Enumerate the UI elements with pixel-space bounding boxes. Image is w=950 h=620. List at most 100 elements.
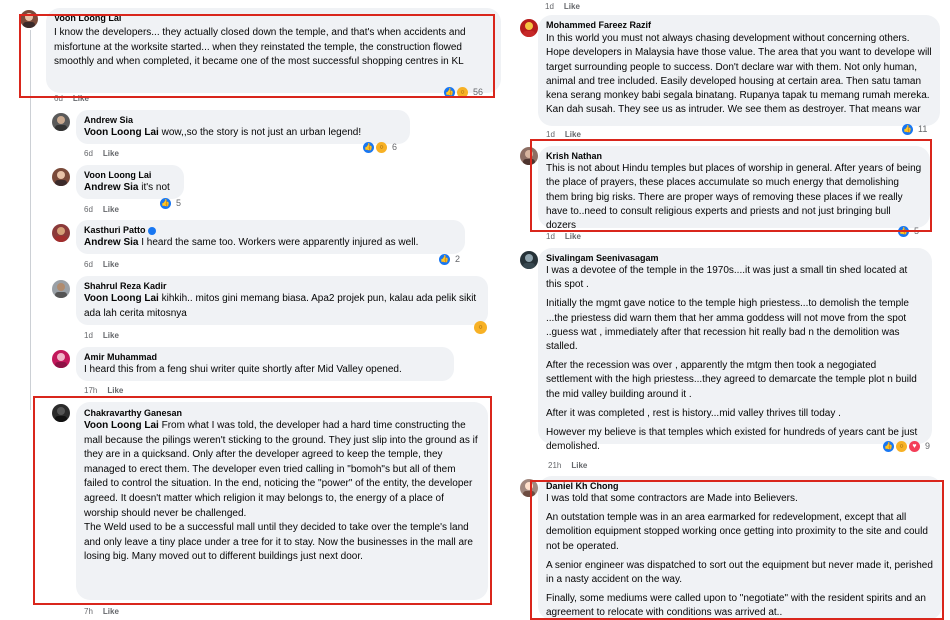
- comment-paragraph: After it was completed , rest is history…: [546, 407, 841, 419]
- comment-author[interactable]: Voon Loong Lai: [84, 169, 176, 181]
- comment-text-paragraph: The Weld used to be a successful mall un…: [84, 522, 473, 563]
- reaction-number: 6: [392, 142, 398, 152]
- comment-paragraph: I was a devotee of the temple in the 197…: [546, 265, 908, 291]
- reaction-number: 5: [914, 226, 920, 236]
- comment-author[interactable]: Kasthuri Patto: [84, 224, 457, 236]
- comment-time[interactable]: 7h: [84, 607, 93, 616]
- avatar[interactable]: [52, 404, 70, 422]
- mention-link[interactable]: Andrew Sia: [84, 237, 138, 248]
- comment-bubble: Kasthuri Patto Andrew Sia I heard the sa…: [76, 220, 465, 254]
- like-link[interactable]: Like: [107, 386, 123, 395]
- wow-reaction-icon: ○: [457, 86, 468, 98]
- comment-time[interactable]: 1d: [545, 2, 554, 11]
- like-reaction-icon: 👍: [898, 225, 909, 237]
- comment-bubble: Daniel Kh Chong I was told that some con…: [538, 476, 942, 620]
- haha-reaction-icon: ○: [474, 320, 487, 334]
- like-link[interactable]: Like: [103, 331, 119, 340]
- reaction-number: 56: [473, 87, 484, 97]
- avatar[interactable]: [520, 479, 538, 497]
- comment-meta: 1d Like: [546, 232, 581, 241]
- comment-time[interactable]: 1d: [546, 130, 555, 139]
- like-link[interactable]: Like: [571, 461, 587, 470]
- reaction-count[interactable]: 👍 2: [439, 253, 460, 265]
- like-reaction-icon: 👍: [160, 197, 171, 209]
- comment-paragraph: An outstation temple was in an area earm…: [546, 512, 928, 552]
- comment-text: wow,,so the story is not just an urban l…: [158, 127, 362, 138]
- comment-bubble: Krish Nathan This is not about Hindu tem…: [538, 146, 930, 231]
- comment-author[interactable]: Mohammed Fareez Razif: [546, 19, 932, 31]
- comment-text: it's not: [138, 182, 170, 193]
- comment-author[interactable]: Voon Loong Lai: [54, 12, 493, 24]
- comment-bubble: Mohammed Fareez Razif In this world you …: [538, 15, 940, 126]
- avatar[interactable]: [52, 224, 70, 242]
- like-link[interactable]: Like: [565, 232, 581, 241]
- like-link[interactable]: Like: [564, 2, 580, 11]
- like-reaction-icon: 👍: [883, 440, 894, 452]
- comment-meta: 6d Like: [84, 260, 119, 269]
- comment-meta: 6d Like: [84, 205, 119, 214]
- comment-bubble: Amir Muhammad I heard this from a feng s…: [76, 347, 454, 381]
- avatar[interactable]: [52, 168, 70, 186]
- reaction-number: 5: [176, 198, 182, 208]
- reaction-count[interactable]: 👍 11: [902, 123, 927, 135]
- comment-time[interactable]: 1d: [546, 232, 555, 241]
- avatar[interactable]: [520, 147, 538, 165]
- comment-paragraph: Initially the mgmt gave notice to the te…: [546, 298, 909, 353]
- like-link[interactable]: Like: [103, 260, 119, 269]
- avatar[interactable]: [520, 19, 538, 37]
- comment-time[interactable]: 6d: [84, 205, 93, 214]
- mention-link[interactable]: Voon Loong Lai: [84, 293, 159, 304]
- haha-reaction-icon: ○: [376, 141, 387, 153]
- comment-author[interactable]: Andrew Sia: [84, 114, 402, 126]
- mention-link[interactable]: Voon Loong Lai: [84, 127, 159, 138]
- like-reaction-icon: 👍: [444, 86, 455, 98]
- comment-time[interactable]: 21h: [548, 461, 561, 470]
- reaction-count[interactable]: 👍 ○ 6: [363, 141, 397, 153]
- reaction-number: 2: [455, 254, 461, 264]
- comment-author[interactable]: Daniel Kh Chong: [546, 480, 934, 492]
- comment-time[interactable]: 6d: [54, 94, 63, 103]
- comment-bubble: Shahrul Reza Kadir Voon Loong Lai kihkih…: [76, 276, 488, 325]
- comment-meta: 1d Like: [545, 2, 580, 11]
- comment-author[interactable]: Krish Nathan: [546, 150, 922, 162]
- avatar[interactable]: [20, 10, 38, 28]
- mention-link[interactable]: Andrew Sia: [84, 182, 138, 193]
- comment-time[interactable]: 6d: [84, 260, 93, 269]
- like-link[interactable]: Like: [73, 94, 89, 103]
- comment-author[interactable]: Amir Muhammad: [84, 351, 446, 363]
- thread-line: [30, 30, 31, 410]
- reaction-count[interactable]: 👍 ○ ♥ 9: [883, 440, 930, 452]
- comment-author[interactable]: Sivalingam Seenivasagam: [546, 252, 924, 264]
- comment-text: This is not about Hindu temples but plac…: [546, 163, 922, 232]
- reaction-count[interactable]: 👍 ○ 56: [444, 86, 483, 98]
- comment-text: I heard the same too. Workers were appar…: [138, 237, 419, 248]
- comment-bubble: Chakravarthy Ganesan Voon Loong Lai From…: [76, 402, 488, 600]
- reaction-count[interactable]: ○: [474, 320, 487, 334]
- comment-paragraph: A senior engineer was dispatched to sort…: [546, 559, 933, 586]
- comment-paragraph: I was told that some contractors are Mad…: [546, 493, 798, 504]
- comment-time[interactable]: 17h: [84, 386, 97, 395]
- avatar[interactable]: [52, 113, 70, 131]
- comment-author[interactable]: Chakravarthy Ganesan: [84, 407, 480, 419]
- comment-time[interactable]: 6d: [84, 149, 93, 158]
- avatar[interactable]: [52, 350, 70, 368]
- avatar[interactable]: [52, 280, 70, 298]
- like-link[interactable]: Like: [103, 149, 119, 158]
- comment-text: From what I was told, the developer had …: [84, 420, 478, 519]
- like-link[interactable]: Like: [103, 205, 119, 214]
- comment-bubble: Voon Loong Lai Andrew Sia it's not: [76, 165, 184, 199]
- like-link[interactable]: Like: [103, 607, 119, 616]
- avatar[interactable]: [520, 251, 538, 269]
- like-link[interactable]: Like: [565, 130, 581, 139]
- comment-text: I heard this from a feng shui writer qui…: [84, 364, 402, 375]
- comment-paragraph: After the recession was over , apparentl…: [546, 360, 917, 400]
- mention-link[interactable]: Voon Loong Lai: [84, 420, 159, 431]
- comment-author[interactable]: Shahrul Reza Kadir: [84, 280, 480, 292]
- comment-paragraph: Finally, some mediums were called upon t…: [546, 593, 926, 619]
- reaction-count[interactable]: 👍 5: [160, 197, 181, 209]
- comment-time[interactable]: 1d: [84, 331, 93, 340]
- love-reaction-icon: ♥: [909, 440, 920, 452]
- right-comment-column: 1d Like Mohammed Fareez Razif In this wor…: [520, 0, 950, 620]
- reaction-count[interactable]: 👍 5: [898, 225, 919, 237]
- left-comment-column: Voon Loong Lai I know the developers... …: [0, 0, 514, 620]
